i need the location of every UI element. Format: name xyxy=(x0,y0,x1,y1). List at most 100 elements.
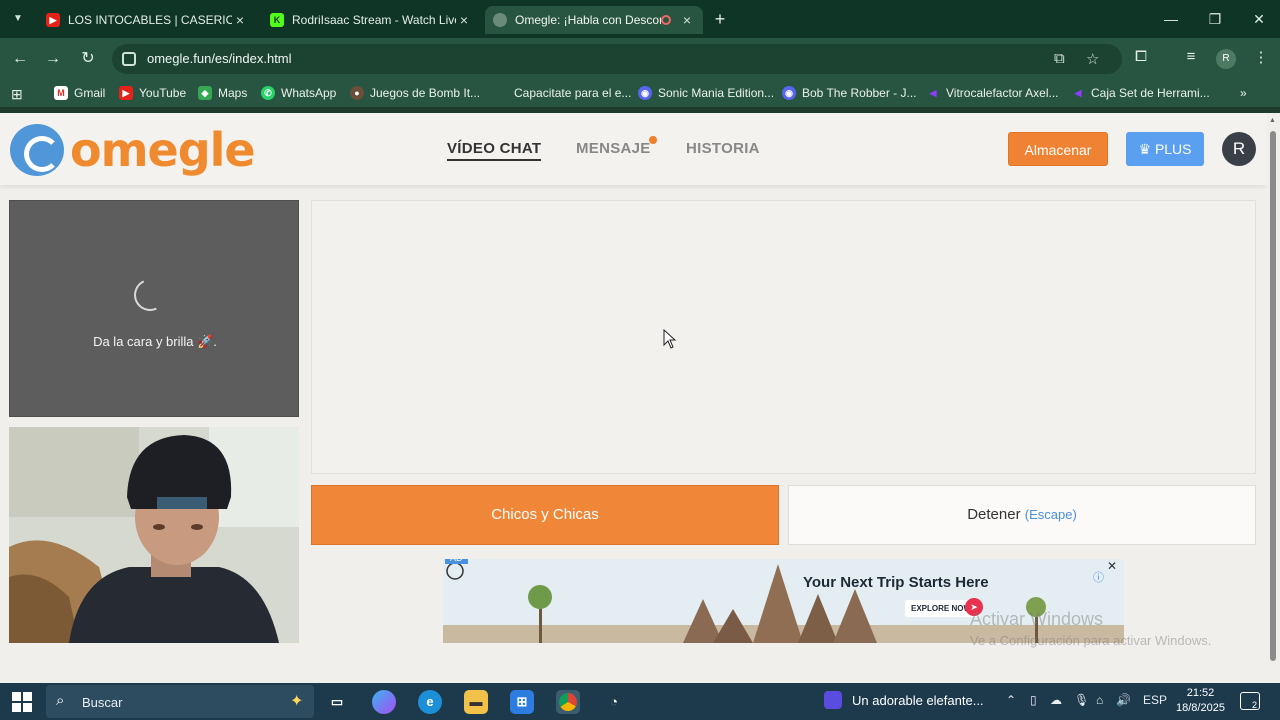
bookmark-label: Bob The Robber - J... xyxy=(802,86,917,100)
bookmark-caja-set[interactable]: ◀ Caja Set de Herrami... xyxy=(1071,86,1210,100)
tab-omegle[interactable]: Omegle: ¡Habla con Descon × xyxy=(485,6,703,34)
ad-headline: Your Next Trip Starts Here xyxy=(803,574,989,591)
menu-kebab-icon[interactable]: ⋮ xyxy=(1250,48,1272,66)
tab-rodriisaac-stream[interactable]: K RodriIsaac Stream - Watch Live × xyxy=(262,6,480,34)
bookmark-vitrocalefactor[interactable]: ◀ Vitrocalefactor Axel... xyxy=(926,86,1059,100)
search-placeholder: Buscar xyxy=(82,695,123,710)
recording-icon xyxy=(661,15,671,25)
bookmark-youtube[interactable]: ▶ YouTube xyxy=(119,86,186,100)
omegle-icon xyxy=(493,13,507,27)
task-view-icon[interactable]: ▭ xyxy=(325,690,349,714)
bookmark-label: Vitrocalefactor Axel... xyxy=(946,86,1059,100)
bookmark-bob-the-robber[interactable]: ◉ Bob The Robber - J... xyxy=(782,86,917,100)
logo-wordmark: omegle xyxy=(70,123,256,177)
tray-app-icon[interactable]: ▯ xyxy=(1030,693,1037,707)
store-button[interactable]: Almacenar xyxy=(1008,132,1108,166)
address-bar[interactable]: omegle.fun/es/index.html ⧉ ☆ xyxy=(112,44,1122,74)
nav-message[interactable]: MENSAJE xyxy=(576,140,651,157)
chrome-icon[interactable] xyxy=(556,690,580,714)
windows-activation-hint: Ve a Configuración para activar Windows. xyxy=(970,633,1212,648)
bookmark-label: WhatsApp xyxy=(281,86,337,100)
close-tab-icon[interactable]: × xyxy=(679,12,695,28)
forward-icon[interactable]: → xyxy=(42,48,64,70)
ad-close-icon[interactable]: ✕ xyxy=(1107,559,1117,573)
network-icon[interactable]: ⌂ xyxy=(1096,693,1103,707)
install-app-icon[interactable]: ⧉ xyxy=(1054,50,1065,67)
microphone-icon[interactable]: 🎙 xyxy=(1074,693,1089,707)
browser-toolbar: ← → ↻ omegle.fun/es/index.html ⧉ ☆ ⧠ ≡ R… xyxy=(0,38,1280,80)
discord-icon: ◉ xyxy=(782,86,796,100)
windows-start-icon[interactable] xyxy=(12,692,32,712)
scrollbar-thumb[interactable] xyxy=(1270,131,1276,661)
tab-search-chevron-icon[interactable]: ▼ xyxy=(8,9,28,29)
volume-icon[interactable]: 🔊 xyxy=(1116,693,1131,707)
profile-avatar[interactable]: R xyxy=(1216,49,1236,69)
tray-chevron-up-icon[interactable]: ⌃ xyxy=(1006,693,1016,707)
advertisement-banner[interactable]: AD Your Next Trip Starts Here EXPLORE NO… xyxy=(443,559,1124,643)
bookmark-star-icon[interactable]: ☆ xyxy=(1086,50,1099,68)
sparkle-icon: ✦ xyxy=(290,693,304,710)
stop-button[interactable]: Detener (Escape) xyxy=(788,485,1256,545)
apps-grid-icon[interactable]: ⊞ xyxy=(11,86,23,103)
windows-activation-watermark: Activar Windows xyxy=(970,609,1104,629)
notification-center-icon[interactable]: 2 xyxy=(1240,692,1260,710)
page-content: omegle VÍDEO CHAT MENSAJE HISTORIA Almac… xyxy=(0,113,1266,683)
tab-title: Omegle: ¡Habla con Descon xyxy=(515,13,661,27)
edge-icon[interactable]: e xyxy=(418,690,442,714)
media-control-icon[interactable]: ≡ xyxy=(1180,48,1202,65)
scroll-up-icon[interactable]: ▲ xyxy=(1269,117,1276,124)
crown-icon: ♛ xyxy=(1138,141,1152,157)
bookmark-capacitate[interactable]: Capacitate para el e... xyxy=(514,86,631,100)
system-clock[interactable]: 21:52 18/8/2025 xyxy=(1176,686,1225,716)
back-icon[interactable]: ← xyxy=(9,48,31,70)
more-bookmarks-chevron-icon[interactable]: » xyxy=(1240,86,1247,100)
new-tab-icon[interactable]: + xyxy=(710,9,730,29)
search-icon: ⌕ xyxy=(56,692,65,709)
site-info-icon[interactable] xyxy=(122,52,136,66)
mouse-cursor-icon xyxy=(663,329,677,349)
close-tab-icon[interactable]: × xyxy=(456,12,472,28)
bookmark-maps[interactable]: ◆ Maps xyxy=(198,86,247,100)
bookmark-sonic-mania[interactable]: ◉ Sonic Mania Edition... xyxy=(638,86,774,100)
onedrive-cloud-icon[interactable]: ☁ xyxy=(1050,693,1062,707)
plus-button[interactable]: ♛ PLUS xyxy=(1126,132,1204,166)
store-icon: ◀ xyxy=(929,88,937,98)
bookmark-gmail[interactable]: M Gmail xyxy=(54,86,105,100)
language-indicator[interactable]: ESP xyxy=(1143,693,1167,707)
microsoft-store-icon[interactable]: ⊞ xyxy=(510,690,534,714)
page-scrollbar[interactable]: ▲ xyxy=(1266,113,1280,683)
extensions-icon[interactable]: ⧠ xyxy=(1130,48,1152,65)
bookmark-label: Caja Set de Herrami... xyxy=(1091,86,1210,100)
ad-info-icon[interactable]: ⓘ xyxy=(1093,569,1104,585)
nav-video-chat[interactable]: VÍDEO CHAT xyxy=(447,140,542,161)
remote-video-panel: Da la cara y brilla 🚀. xyxy=(9,200,299,417)
minimize-icon[interactable]: — xyxy=(1160,8,1182,30)
taskbar-search-box[interactable]: ⌕ Buscar ✦ xyxy=(46,685,314,718)
close-tab-icon[interactable]: × xyxy=(232,12,248,28)
ad-temple-image xyxy=(443,559,1124,643)
media-widget[interactable]: Un adorable elefante... xyxy=(824,691,984,709)
bookmark-label: Capacitate para el e... xyxy=(514,86,632,100)
stop-label: Detener xyxy=(967,506,1021,523)
tab-los-intocables[interactable]: ▶ LOS INTOCABLES | CASERIO TV × xyxy=(38,6,256,34)
ad-label: AD xyxy=(445,559,468,564)
restore-icon[interactable]: ❐ xyxy=(1204,8,1226,30)
url-text[interactable]: omegle.fun/es/index.html xyxy=(147,51,292,66)
user-avatar[interactable]: R xyxy=(1222,132,1256,166)
chat-message-area[interactable] xyxy=(311,200,1256,474)
bookmarks-bar: ⊞ M Gmail ▶ YouTube ◆ Maps ✆ WhatsApp ● … xyxy=(0,80,1280,108)
reload-icon[interactable]: ↻ xyxy=(77,48,99,70)
bookmark-bomb-it[interactable]: ● Juegos de Bomb It... xyxy=(350,86,480,100)
bookmark-label: Sonic Mania Edition... xyxy=(658,86,775,100)
plus-label: PLUS xyxy=(1154,141,1192,157)
omegle-logo[interactable]: omegle xyxy=(10,123,256,177)
nav-history[interactable]: HISTORIA xyxy=(686,140,760,157)
bookmark-whatsapp[interactable]: ✆ WhatsApp xyxy=(261,86,336,100)
close-window-icon[interactable]: ✕ xyxy=(1248,8,1270,30)
file-explorer-icon[interactable]: ▬ xyxy=(464,690,488,714)
copilot-icon[interactable] xyxy=(372,690,396,714)
start-chat-button[interactable]: Chicos y Chicas xyxy=(311,485,779,545)
recorder-app-icon[interactable]: ◔ xyxy=(602,690,626,714)
maps-icon: ◆ xyxy=(198,86,212,100)
bookmark-label: Maps xyxy=(218,86,248,100)
